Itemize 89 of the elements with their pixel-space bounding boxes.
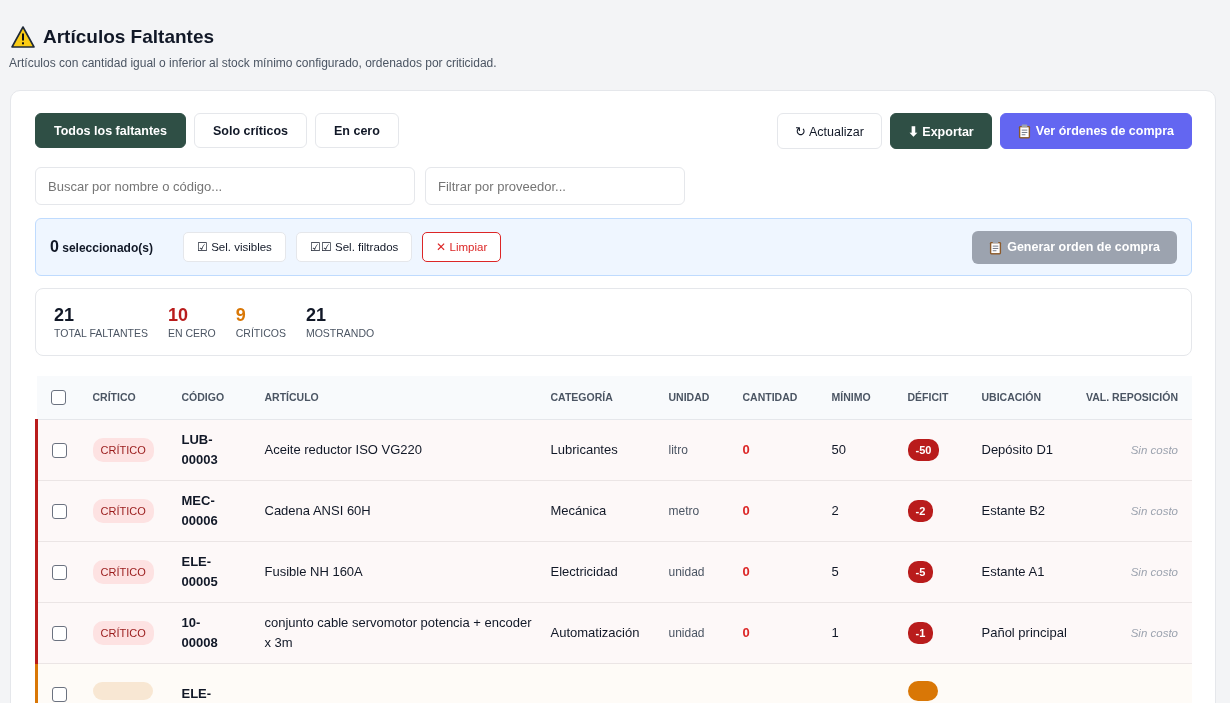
warning-icon: [11, 26, 35, 48]
filter-tab[interactable]: Todos los faltantes: [35, 113, 186, 148]
item-name: Fusible NH 160A: [264, 563, 363, 579]
select-all-checkbox[interactable]: [50, 389, 66, 405]
table-row[interactable]: CRÍTICO ELE- 00005 Fusible NH 160A Electricidad unidad 0 5 -5 Estante A1 Sin costo: [36, 541, 1192, 602]
deficit-badge: -50: [907, 438, 940, 461]
filter-tab[interactable]: En cero: [315, 113, 399, 148]
column-header: UBICACIÓN: [981, 391, 1041, 404]
critical-badge: CRÍTICO: [92, 620, 154, 645]
table-row[interactable]: ELE-: [36, 663, 1192, 703]
stat-label: TOTAL FALTANTES: [54, 327, 148, 339]
deficit-badge: -5: [907, 560, 934, 583]
item-unit: metro: [668, 503, 700, 518]
table-row[interactable]: CRÍTICO LUB- 00003 Aceite reductor ISO VG220 Lubricantes litro 0 50 -50 Depósito D1 Sin costo: [36, 419, 1192, 480]
critical-badge: CRÍTICO: [92, 437, 154, 462]
item-quantity: 0: [742, 441, 750, 457]
item-category: Electricidad: [550, 563, 618, 579]
item-unit: unidad: [668, 625, 705, 640]
stat-value: 21: [305, 305, 327, 325]
clipboard-icon: [1017, 123, 1031, 139]
item-code: LUB- 00003: [181, 431, 218, 467]
column-header: MÍNIMO: [831, 391, 871, 404]
item-minimum: 1: [831, 624, 839, 640]
purchase-orders-button[interactable]: Ver órdenes de compra: [999, 113, 1192, 149]
item-code: 10- 00008: [181, 614, 218, 650]
item-name: Cadena ANSI 60H: [264, 502, 371, 518]
clipboard-icon: [989, 239, 1003, 255]
stat-value: 9: [235, 305, 247, 325]
supplier-filter-field[interactable]: Filtrar por proveedor...: [425, 167, 685, 205]
row-checkbox[interactable]: [52, 625, 67, 641]
item-name: conjunto cable servomotor potencia + encoder x 3m: [264, 614, 532, 650]
item-quantity: 0: [742, 624, 750, 640]
search-field[interactable]: Buscar por nombre o código...: [35, 167, 415, 205]
select-button[interactable]: ☑☑ Sel. filtrados: [295, 232, 413, 262]
row-checkbox[interactable]: [52, 442, 67, 458]
column-header: CATEGORÍA: [550, 391, 613, 404]
table-row[interactable]: CRÍTICO 10- 00008 conjunto cable servomotor potencia + encoder x 3m Automatización unidad 0 1 -1 Pañol principal Sin costo: [36, 602, 1192, 663]
page-title: Artículos Faltantes: [43, 26, 215, 48]
item-code: ELE- 00005: [181, 553, 218, 589]
item-location: Pañol principal: [981, 624, 1067, 640]
column-header: CÓDIGO: [181, 391, 225, 404]
item-category: Lubricantes: [550, 441, 618, 457]
clear-button[interactable]: ✕ Limpiar: [422, 232, 502, 262]
criticality-badge: [92, 681, 153, 700]
item-minimum: 50: [831, 441, 846, 457]
column-header: CANTIDAD: [742, 391, 798, 404]
page-subtitle: Artículos con cantidad igual o inferior al stock mínimo configurado, ordenados por criticidad.: [9, 56, 498, 70]
replacement-value: Sin costo: [1130, 565, 1178, 578]
stat-label: MOSTRANDO: [305, 327, 375, 339]
item-location: Estante B2: [981, 502, 1046, 518]
row-checkbox[interactable]: [52, 686, 67, 702]
item-unit: unidad: [668, 564, 705, 579]
stat-label: EN CERO: [167, 327, 216, 339]
export-button[interactable]: ⬇ Exportar: [889, 113, 992, 149]
column-header: CRÍTICO: [92, 391, 136, 404]
column-header: VAL. REPOSICIÓN: [1086, 391, 1178, 404]
item-category: Mecánica: [550, 502, 607, 518]
column-header: UNIDAD: [668, 391, 710, 404]
replacement-value: Sin costo: [1130, 626, 1178, 639]
table-row[interactable]: CRÍTICO MEC- 00006 Cadena ANSI 60H Mecánica metro 0 2 -2 Estante B2 Sin costo: [36, 480, 1192, 541]
item-minimum: 2: [831, 502, 839, 518]
deficit-badge: -2: [907, 499, 934, 522]
item-unit: litro: [668, 442, 688, 457]
select-button[interactable]: ☑ Sel. visibles: [182, 232, 286, 262]
stat-value: 10: [167, 305, 189, 325]
critical-badge: CRÍTICO: [92, 559, 154, 584]
replacement-value: Sin costo: [1130, 504, 1178, 517]
deficit-badge: -1: [907, 621, 934, 644]
row-checkbox[interactable]: [52, 503, 67, 519]
row-checkbox[interactable]: [52, 564, 67, 580]
item-minimum: 5: [831, 563, 839, 579]
refresh-button[interactable]: ↻ Actualizar: [777, 113, 882, 149]
item-location: Estante A1: [981, 563, 1045, 579]
selection-count: 0 seleccionado(s): [50, 238, 153, 256]
stat-label: CRÍTICOS: [235, 327, 286, 339]
critical-badge: CRÍTICO: [92, 498, 154, 523]
column-header: ARTÍCULO: [264, 391, 319, 404]
item-name: Aceite reductor ISO VG220: [264, 441, 423, 457]
item-code: ELE-: [181, 685, 212, 701]
replacement-value: Sin costo: [1130, 443, 1178, 456]
item-quantity: 0: [742, 502, 750, 518]
column-header: DÉFICIT: [907, 391, 949, 404]
filter-tab[interactable]: Solo críticos: [194, 113, 307, 148]
item-quantity: 0: [742, 563, 750, 579]
item-location: Depósito D1: [981, 441, 1054, 457]
item-code: MEC- 00006: [181, 492, 218, 528]
deficit-badge: [907, 680, 938, 701]
stat-value: 21: [54, 305, 76, 325]
item-category: Automatización: [550, 624, 640, 640]
